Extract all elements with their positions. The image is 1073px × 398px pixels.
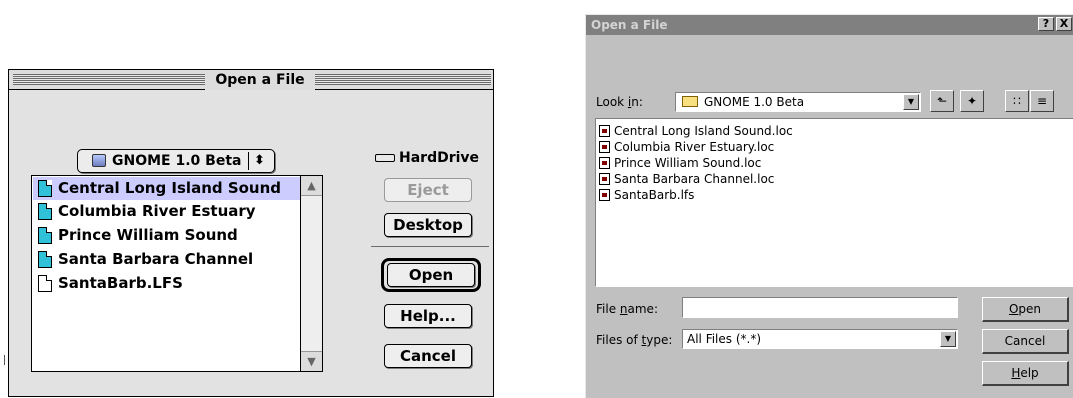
- plain-document-icon: [38, 275, 52, 292]
- open-mnemonic: O: [1008, 302, 1019, 316]
- details-view-icon[interactable]: ≡: [1030, 90, 1054, 112]
- look-in-combo[interactable]: GNOME 1.0 Beta ▼: [675, 92, 921, 112]
- file-name-input[interactable]: [682, 297, 958, 318]
- files-of-type-value: All Files (*.*): [687, 332, 762, 346]
- dropdown-arrow-icon[interactable]: ▼: [940, 331, 956, 347]
- button-divider: [371, 246, 489, 247]
- title-stripes: [13, 74, 205, 85]
- file-name-label: File name:: [596, 302, 658, 316]
- file-icon: [599, 173, 610, 185]
- file-icon: [599, 141, 610, 153]
- divider-line: [4, 355, 5, 365]
- file-list[interactable]: Central Long Island Sound Columbia River…: [31, 175, 323, 372]
- list-item[interactable]: Central Long Island Sound: [33, 177, 300, 200]
- desktop-button[interactable]: Desktop: [384, 213, 472, 237]
- list-item-label: Santa Barbara Channel.loc: [614, 172, 775, 186]
- up-folder-icon[interactable]: ⬑: [930, 90, 954, 112]
- file-icon: [599, 125, 610, 137]
- list-item-label: Prince William Sound: [58, 226, 238, 244]
- title-stripes: [315, 74, 491, 85]
- list-item-label: Columbia River Estuary: [58, 202, 256, 220]
- help-icon[interactable]: ?: [1038, 17, 1054, 31]
- list-item-label: SantaBarb.LFS: [58, 274, 183, 292]
- win-title-bar[interactable]: Open a File ? X: [586, 15, 1073, 35]
- list-item-label: Central Long Island Sound.loc: [614, 124, 793, 138]
- look-in-label-prefix: Look: [596, 95, 628, 109]
- cancel-button[interactable]: Cancel: [982, 329, 1069, 354]
- document-icon: [38, 203, 52, 220]
- scroll-up-arrow-icon[interactable]: ▲: [301, 176, 322, 196]
- list-item-label: SantaBarb.lfs: [614, 188, 695, 202]
- file-name-mnemonic: n: [619, 302, 628, 316]
- open-button[interactable]: Open: [982, 297, 1069, 322]
- open-label: pen: [1018, 302, 1042, 316]
- list-item-label: Prince William Sound.loc: [614, 156, 762, 170]
- file-list[interactable]: Central Long Island Sound.loc Columbia R…: [595, 118, 1073, 287]
- list-item-label: Columbia River Estuary.loc: [614, 140, 775, 154]
- help-button[interactable]: Help: [982, 361, 1069, 386]
- list-item[interactable]: SantaBarb.LFS: [33, 272, 300, 295]
- files-of-type-combo[interactable]: All Files (*.*) ▼: [682, 329, 958, 349]
- file-name-label-prefix: File: [596, 302, 620, 316]
- dropdown-arrow-icon[interactable]: ▼: [903, 94, 919, 110]
- scroll-down-arrow-icon[interactable]: ▼: [301, 351, 322, 371]
- folder-icon: [682, 96, 698, 107]
- document-icon: [38, 251, 52, 268]
- files-of-type-label: Files of type:: [596, 333, 672, 347]
- list-item-label: Santa Barbara Channel: [58, 250, 254, 268]
- file-name-label-suffix: ame:: [627, 302, 658, 316]
- close-icon[interactable]: X: [1056, 17, 1072, 31]
- mac-open-file-dialog: Open a File GNOME 1.0 Beta ⬍ Central Lon…: [8, 69, 494, 397]
- document-icon: [38, 227, 52, 244]
- help-button[interactable]: Help...: [384, 304, 472, 328]
- document-icon: [38, 180, 52, 197]
- hard-drive-icon: [375, 154, 395, 162]
- folder-popup-label: GNOME 1.0 Beta: [112, 153, 242, 169]
- vertical-scrollbar[interactable]: ▲ ▼: [300, 176, 322, 371]
- file-icon: [599, 189, 610, 201]
- mac-title-bar[interactable]: Open a File: [9, 70, 493, 90]
- eject-button[interactable]: Eject: [384, 178, 472, 202]
- list-view-icon[interactable]: ∷: [1005, 90, 1029, 112]
- files-of-type-label-suffix: ype:: [646, 333, 673, 347]
- look-in-label-suffix: n:: [631, 95, 643, 109]
- volume-label: HardDrive: [399, 150, 480, 166]
- help-mnemonic: H: [1011, 366, 1021, 380]
- list-item[interactable]: Columbia River Estuary: [33, 200, 300, 223]
- help-label: elp: [1020, 366, 1039, 380]
- cancel-button[interactable]: Cancel: [384, 344, 472, 368]
- list-item[interactable]: Prince William Sound: [33, 224, 300, 247]
- new-folder-icon[interactable]: ✦: [960, 90, 984, 112]
- up-down-arrows-icon: ⬍: [254, 153, 265, 168]
- look-in-label: Look in:: [596, 95, 643, 109]
- folder-popup-menu[interactable]: GNOME 1.0 Beta ⬍: [77, 149, 275, 173]
- mac-dialog-title: Open a File: [205, 70, 315, 90]
- files-of-type-label-prefix: Files of: [596, 333, 642, 347]
- popup-divider: [248, 152, 249, 170]
- list-item[interactable]: Santa Barbara Channel: [33, 248, 300, 271]
- disk-icon: [92, 154, 106, 167]
- look-in-value: GNOME 1.0 Beta: [704, 95, 805, 109]
- list-item-label: Central Long Island Sound: [58, 179, 282, 197]
- windows-open-file-dialog: Open a File ? X Look in: GNOME 1.0 Beta …: [585, 14, 1073, 398]
- file-icon: [599, 157, 610, 169]
- open-button[interactable]: Open: [387, 263, 475, 287]
- win-dialog-title: Open a File: [591, 18, 668, 32]
